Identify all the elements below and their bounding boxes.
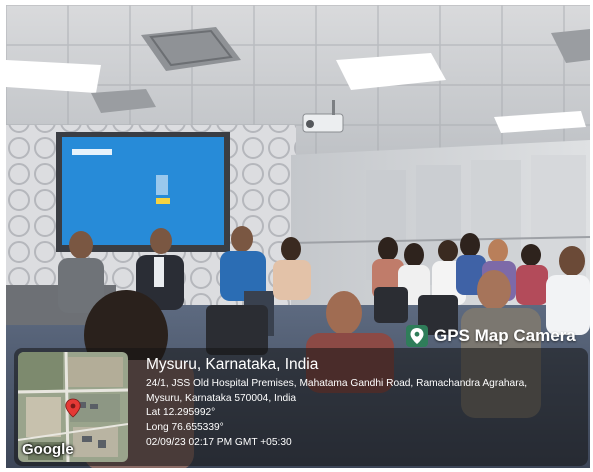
google-logo: Google xyxy=(22,441,74,458)
map-pin-icon xyxy=(406,325,428,347)
longitude: Long 76.655339° xyxy=(146,422,224,434)
address-line-1: 24/1, JSS Old Hospital Premises, Mahatam… xyxy=(146,378,528,389)
address-line-2: Mysuru, Karnataka 570004, India xyxy=(146,392,297,404)
gps-map-camera-badge: GPS Map Camera xyxy=(406,323,576,349)
location-title: Mysuru, Karnataka, India xyxy=(146,356,319,373)
location-details: Mysuru, Karnataka, India 24/1, JSS Old H… xyxy=(146,355,586,451)
badge-label: GPS Map Camera xyxy=(434,326,576,345)
location-map-thumbnail: Google xyxy=(18,352,128,462)
timestamp: 02/09/23 02:17 PM GMT +05:30 xyxy=(146,436,292,448)
latitude: Lat 12.295992° xyxy=(146,407,216,419)
photo-frame: GPS Map Camera Google Mysuru, Karnataka,… xyxy=(0,0,593,472)
